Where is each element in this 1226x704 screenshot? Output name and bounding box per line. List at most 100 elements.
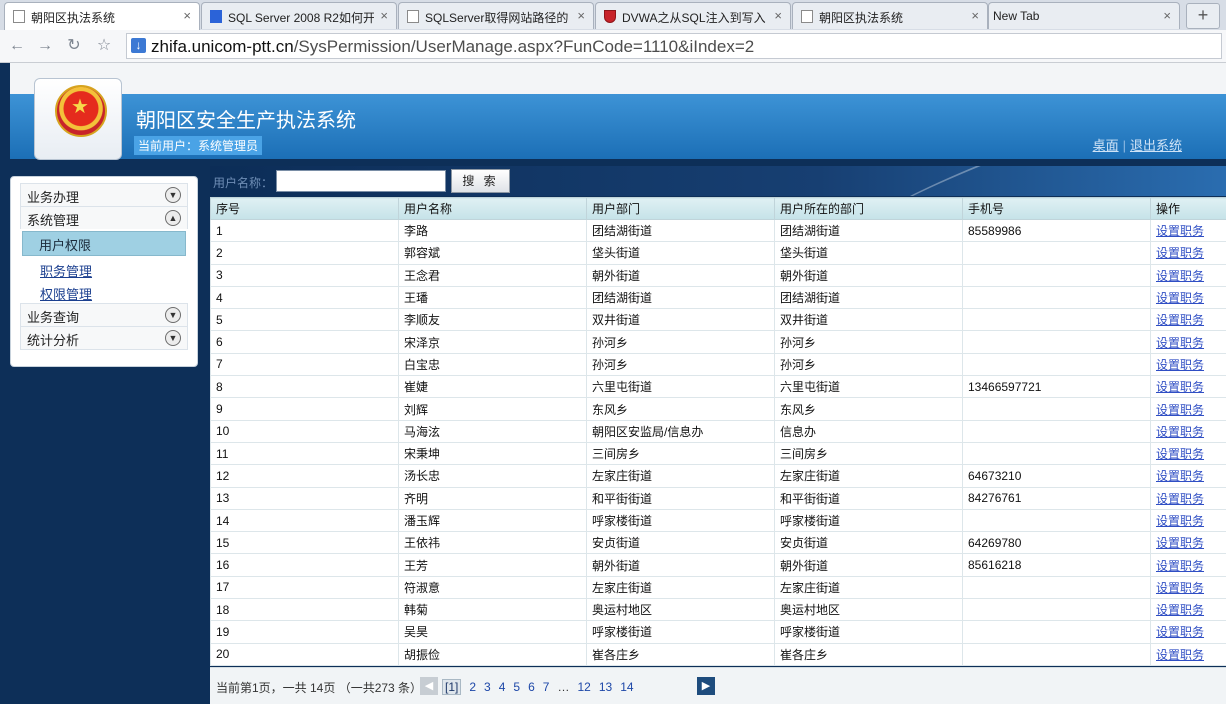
sidebar-menu-header[interactable]: 业务查询▼ <box>20 303 188 326</box>
sidebar-menu-header[interactable]: 系统管理▲ <box>20 206 188 229</box>
page-number-link[interactable]: 14 <box>620 680 633 694</box>
page-number-link[interactable]: [1] <box>442 679 461 695</box>
set-position-link[interactable]: 设置职务 <box>1156 492 1204 506</box>
set-position-link[interactable]: 设置职务 <box>1156 447 1204 461</box>
table-cell: 信息办 <box>775 420 963 442</box>
table-cell: 呼家楼街道 <box>587 509 775 531</box>
browser-tab[interactable]: 朝阳区执法系统× <box>4 2 200 31</box>
sidebar-menu-header[interactable]: 业务办理▼ <box>20 183 188 206</box>
page-number-link[interactable]: 12 <box>577 680 590 694</box>
sidebar-sub-item[interactable]: 用户权限 <box>22 231 186 256</box>
table-cell: 6 <box>211 331 399 353</box>
close-tab-icon[interactable]: × <box>1163 8 1171 23</box>
expand-arrow-icon[interactable]: ▼ <box>165 330 181 346</box>
set-position-link[interactable]: 设置职务 <box>1156 336 1204 350</box>
desktop-link[interactable]: 桌面 <box>1093 138 1119 153</box>
collapse-arrow-icon[interactable]: ▲ <box>165 210 181 226</box>
site-info-icon[interactable]: ↓ <box>131 38 146 53</box>
forward-arrow-icon[interactable]: → <box>34 35 56 57</box>
expand-arrow-icon[interactable]: ▼ <box>165 307 181 323</box>
table-cell: 崔各庄乡 <box>587 643 775 665</box>
table-row: 5李顺友双井街道双井街道设置职务 <box>211 309 1226 331</box>
column-header: 用户部门 <box>587 198 775 220</box>
action-cell: 设置职务 <box>1151 309 1226 331</box>
page-icon <box>407 10 419 23</box>
expand-arrow-icon[interactable]: ▼ <box>165 187 181 203</box>
page-number-link[interactable]: 6 <box>528 680 535 694</box>
page-number-link[interactable]: 7 <box>543 680 550 694</box>
page-number-link[interactable]: 4 <box>499 680 506 694</box>
set-position-link[interactable]: 设置职务 <box>1156 246 1204 260</box>
set-position-link[interactable]: 设置职务 <box>1156 380 1204 394</box>
address-bar[interactable]: ↓ zhifa.unicom-ptt.cn/SysPermission/User… <box>126 33 1222 59</box>
table-cell: 安贞街道 <box>775 532 963 554</box>
set-position-link[interactable]: 设置职务 <box>1156 403 1204 417</box>
browser-tab[interactable]: New Tab× <box>988 2 1180 29</box>
page-number-link[interactable]: 5 <box>513 680 520 694</box>
table-cell: 13 <box>211 487 399 509</box>
set-position-link[interactable]: 设置职务 <box>1156 425 1204 439</box>
sidebar-sub-item[interactable]: 权限管理 <box>20 280 188 303</box>
set-position-link[interactable]: 设置职务 <box>1156 603 1204 617</box>
set-position-link[interactable]: 设置职务 <box>1156 469 1204 483</box>
action-cell: 设置职务 <box>1151 442 1226 464</box>
close-tab-icon[interactable]: × <box>971 8 979 23</box>
set-position-link[interactable]: 设置职务 <box>1156 224 1204 238</box>
set-position-link[interactable]: 设置职务 <box>1156 625 1204 639</box>
table-cell: 孙河乡 <box>775 331 963 353</box>
set-position-link[interactable]: 设置职务 <box>1156 536 1204 550</box>
close-tab-icon[interactable]: × <box>774 8 782 23</box>
sidebar-menu-header[interactable]: 统计分析▼ <box>20 326 188 349</box>
column-header: 用户名称 <box>399 198 587 220</box>
table-cell <box>963 576 1151 598</box>
back-arrow-icon[interactable]: ← <box>6 35 28 57</box>
link-separator: | <box>1119 138 1130 153</box>
table-cell: 奥运村地区 <box>587 599 775 621</box>
reload-icon[interactable]: ↻ <box>63 35 85 57</box>
action-cell: 设置职务 <box>1151 599 1226 621</box>
action-cell: 设置职务 <box>1151 376 1226 398</box>
table-cell: 朝外街道 <box>587 554 775 576</box>
table-cell: 双井街道 <box>587 309 775 331</box>
sidebar-sub-item[interactable]: 职务管理 <box>20 257 188 280</box>
browser-tab[interactable]: 朝阳区执法系统× <box>792 2 988 29</box>
set-position-link[interactable]: 设置职务 <box>1156 648 1204 662</box>
set-position-link[interactable]: 设置职务 <box>1156 313 1204 327</box>
prev-page-arrow-icon[interactable]: ◀ <box>420 677 438 695</box>
browser-tab[interactable]: SQL Server 2008 R2如何开× <box>201 2 397 29</box>
table-cell: 14 <box>211 509 399 531</box>
pagination-bar: 当前第1页，一共 14页 （一共273 条） ◀ [1]234567…12131… <box>210 667 1226 704</box>
logout-link[interactable]: 退出系统 <box>1130 138 1182 153</box>
page-number-link[interactable]: 2 <box>469 680 476 694</box>
url-text[interactable]: zhifa.unicom-ptt.cn/SysPermission/UserMa… <box>151 37 754 57</box>
new-tab-plus-icon[interactable]: + <box>1186 3 1220 29</box>
next-page-arrow-icon[interactable]: ▶ <box>697 677 715 695</box>
set-position-link[interactable]: 设置职务 <box>1156 269 1204 283</box>
table-cell: 2 <box>211 242 399 264</box>
close-tab-icon[interactable]: × <box>183 8 191 23</box>
set-position-link[interactable]: 设置职务 <box>1156 559 1204 573</box>
set-position-link[interactable]: 设置职务 <box>1156 291 1204 305</box>
search-button[interactable]: 搜 索 <box>451 169 510 193</box>
set-position-link[interactable]: 设置职务 <box>1156 514 1204 528</box>
table-cell: 朝外街道 <box>587 264 775 286</box>
browser-tab[interactable]: SQLServer取得网站路径的× <box>398 2 594 29</box>
table-cell: 团结湖街道 <box>587 286 775 308</box>
set-position-link[interactable]: 设置职务 <box>1156 581 1204 595</box>
table-cell: 双井街道 <box>775 309 963 331</box>
close-tab-icon[interactable]: × <box>577 8 585 23</box>
username-search-input[interactable] <box>276 170 446 192</box>
table-row: 12汤长忠左家庄街道左家庄街道64673210设置职务 <box>211 465 1226 487</box>
page-number-link[interactable]: 13 <box>599 680 612 694</box>
page-number-link[interactable]: 3 <box>484 680 491 694</box>
table-cell: 潘玉辉 <box>399 509 587 531</box>
table-cell: 7 <box>211 353 399 375</box>
set-position-link[interactable]: 设置职务 <box>1156 358 1204 372</box>
table-row: 17符淑意左家庄街道左家庄街道设置职务 <box>211 576 1226 598</box>
table-cell <box>963 286 1151 308</box>
sidebar-sub-item-label: 权限管理 <box>40 284 92 303</box>
browser-tab[interactable]: DVWA之从SQL注入到写入× <box>595 2 791 29</box>
bookmark-star-icon[interactable]: ☆ <box>93 35 115 57</box>
table-cell: 10 <box>211 420 399 442</box>
close-tab-icon[interactable]: × <box>380 8 388 23</box>
